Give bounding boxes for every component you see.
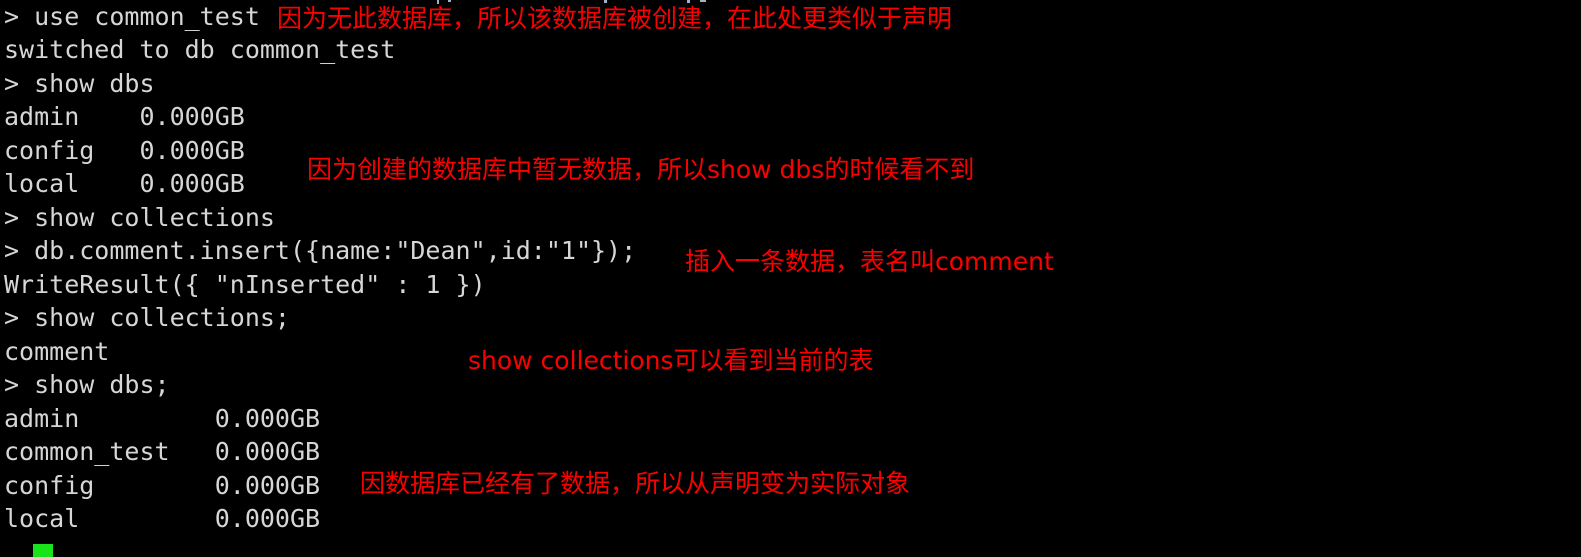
annotation-insert-one: 插入一条数据，表名叫comment: [685, 247, 1054, 276]
terminal-line: local 0.000GB: [4, 504, 321, 533]
terminal-line: common_test 0.000GB: [4, 437, 321, 466]
annotation-use-db: 因为无此数据库，所以该数据库被创建，在此处更类似于声明: [277, 4, 953, 33]
terminal-line: > show collections;: [4, 303, 290, 332]
annotation-db-materialized: 因数据库已经有了数据，所以从声明变为实际对象: [360, 469, 911, 498]
terminal-line: admin 0.000GB: [4, 102, 245, 131]
terminal-line: switched to db common_test: [4, 35, 396, 64]
text-cursor: [33, 544, 53, 557]
annotation-show-dbs-empty: 因为创建的数据库中暂无数据，所以show dbs的时候看不到: [307, 155, 975, 184]
terminal-line: > show dbs: [4, 68, 155, 98]
terminal-window[interactable]: > use common_test switched to db common_t…: [0, 0, 1581, 557]
terminal-line: > show collections: [4, 202, 275, 232]
annotation-show-collections: show collections可以看到当前的表: [468, 346, 874, 375]
terminal-line: admin 0.000GB: [4, 403, 321, 433]
